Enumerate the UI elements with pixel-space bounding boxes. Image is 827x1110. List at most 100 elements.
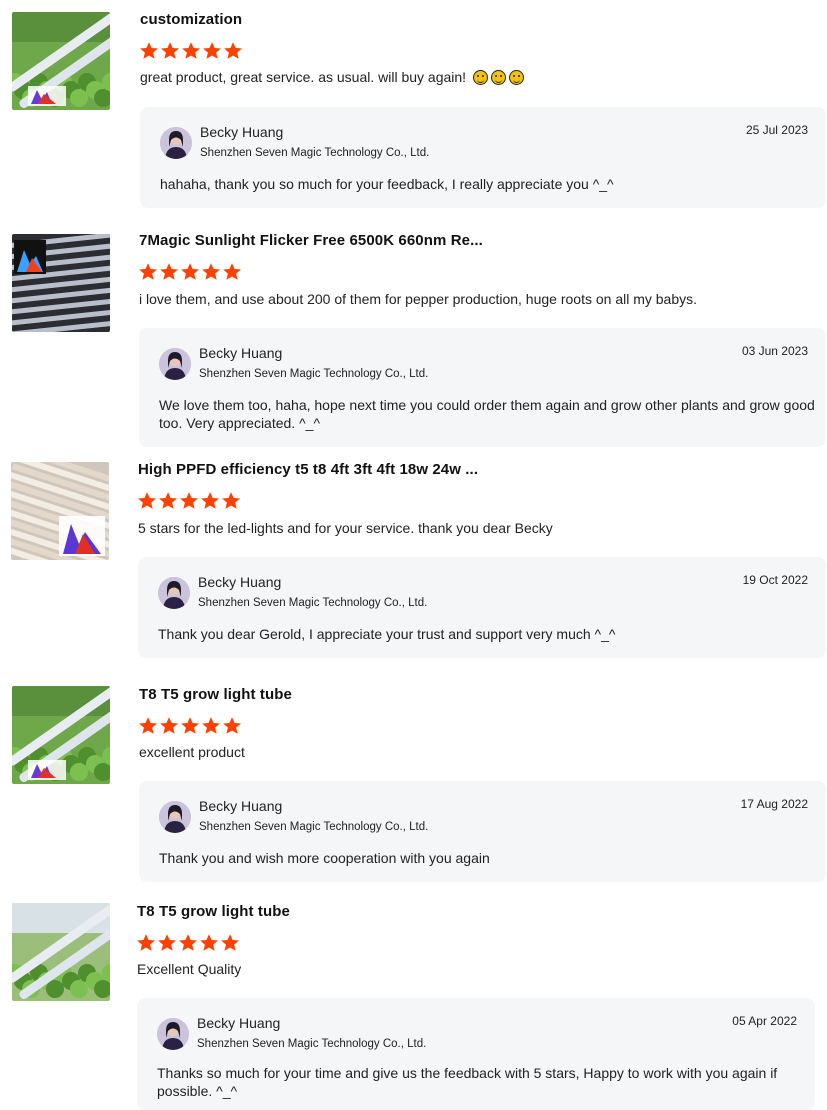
product-thumbnail[interactable] xyxy=(12,903,110,1001)
star-icon xyxy=(179,934,197,951)
seller-reply: Becky Huang Shenzhen Seven Magic Technol… xyxy=(137,998,815,1110)
reply-date: 17 Aug 2022 xyxy=(740,797,808,811)
review-comment-text: 5 stars for the led-lights and for your … xyxy=(138,520,553,536)
seller-reply: Becky Huang Shenzhen Seven Magic Technol… xyxy=(139,328,826,447)
star-icon xyxy=(202,263,220,280)
reply-author-name: Becky Huang xyxy=(199,798,283,814)
star-icon xyxy=(140,42,158,59)
star-icon xyxy=(223,263,241,280)
star-rating xyxy=(138,262,242,281)
reply-text-line: We love them too, haha, hope next time y… xyxy=(159,397,815,413)
reply-company: Shenzhen Seven Magic Technology Co., Ltd… xyxy=(199,821,429,833)
star-icon xyxy=(161,42,179,59)
product-title[interactable]: T8 T5 grow light tube xyxy=(139,686,292,703)
product-title[interactable]: customization xyxy=(140,11,242,28)
product-thumbnail[interactable] xyxy=(11,462,109,560)
product-thumbnail[interactable] xyxy=(12,234,110,332)
reply-text: hahaha, thank you so much for your feedb… xyxy=(160,175,614,193)
reply-date: 19 Oct 2022 xyxy=(742,573,808,587)
product-thumbnail[interactable] xyxy=(12,12,110,110)
product-title[interactable]: T8 T5 grow light tube xyxy=(137,903,290,920)
reply-author-name: Becky Huang xyxy=(200,124,284,140)
product-image xyxy=(12,12,110,110)
reply-text-line: Thank you and wish more cooperation with… xyxy=(159,850,490,866)
reply-text-line: possible. ^_^ xyxy=(157,1083,238,1099)
star-icon xyxy=(158,934,176,951)
review-comment: great product, great service. as usual. … xyxy=(140,69,524,85)
star-icon xyxy=(203,42,221,59)
avatar-image xyxy=(159,801,191,833)
reply-text: We love them too, haha, hope next time y… xyxy=(159,396,815,432)
reply-author-name: Becky Huang xyxy=(199,345,283,361)
avatar xyxy=(160,127,192,159)
avatar-image xyxy=(159,348,191,380)
reply-text: Thank you and wish more cooperation with… xyxy=(159,849,490,867)
star-icon xyxy=(182,42,200,59)
product-thumbnail[interactable] xyxy=(12,686,110,784)
avatar xyxy=(159,348,191,380)
avatar-image xyxy=(160,127,192,159)
reply-date: 03 Jun 2023 xyxy=(741,344,808,358)
product-title[interactable]: High PPFD efficiency t5 t8 4ft 3ft 4ft 1… xyxy=(138,461,478,478)
seller-reply: Becky Huang Shenzhen Seven Magic Technol… xyxy=(140,107,826,208)
reply-text-line: too. Very appreciated. ^_^ xyxy=(159,415,321,431)
star-icon xyxy=(202,717,220,734)
reply-author-name: Becky Huang xyxy=(197,1015,281,1031)
review-comment: Excellent Quality xyxy=(137,961,241,977)
star-rating xyxy=(136,933,240,952)
star-icon xyxy=(224,42,242,59)
star-icon xyxy=(138,492,156,509)
reply-text-line: Thank you dear Gerold, I appreciate your… xyxy=(158,626,616,642)
reply-text: Thanks so much for your time and give us… xyxy=(157,1064,777,1100)
review-comment: excellent product xyxy=(139,744,245,760)
review-comment-text: Excellent Quality xyxy=(137,961,242,977)
product-title[interactable]: 7Magic Sunlight Flicker Free 6500K 660nm… xyxy=(139,232,483,249)
star-rating xyxy=(139,41,243,60)
seller-reply: Becky Huang Shenzhen Seven Magic Technol… xyxy=(139,781,826,882)
star-icon xyxy=(181,263,199,280)
star-icon xyxy=(200,934,218,951)
reply-date: 05 Apr 2022 xyxy=(732,1014,797,1028)
reply-company: Shenzhen Seven Magic Technology Co., Ltd… xyxy=(198,597,428,609)
avatar xyxy=(158,577,190,609)
seller-reply: Becky Huang Shenzhen Seven Magic Technol… xyxy=(138,557,826,658)
avatar-image xyxy=(158,577,190,609)
reply-text: Thank you dear Gerold, I appreciate your… xyxy=(158,625,615,643)
reply-author-name: Becky Huang xyxy=(198,574,282,590)
review-comment-text: great product, great service. as usual. … xyxy=(140,69,467,85)
review-comment-text: i love them, and use about 200 of them f… xyxy=(139,291,698,307)
product-image xyxy=(12,686,110,784)
reply-company: Shenzhen Seven Magic Technology Co., Ltd… xyxy=(197,1038,427,1050)
product-image xyxy=(11,462,109,560)
star-icon xyxy=(223,717,241,734)
star-icon xyxy=(181,717,199,734)
review-comment: 5 stars for the led-lights and for your … xyxy=(138,520,553,536)
smile-emoji-icon xyxy=(490,70,506,85)
smile-emoji-icon xyxy=(508,70,524,85)
star-icon xyxy=(221,934,239,951)
star-icon xyxy=(160,717,178,734)
reply-text-line: hahaha, thank you so much for your feedb… xyxy=(160,176,614,192)
avatar xyxy=(157,1018,189,1050)
star-icon xyxy=(160,263,178,280)
smile-emoji-icon xyxy=(472,70,488,85)
review-comment: i love them, and use about 200 of them f… xyxy=(139,291,697,307)
reply-company: Shenzhen Seven Magic Technology Co., Ltd… xyxy=(200,147,430,159)
star-icon xyxy=(139,263,157,280)
review-comment-text: excellent product xyxy=(139,744,245,760)
product-image xyxy=(12,903,110,1001)
star-rating xyxy=(138,716,242,735)
product-image xyxy=(12,234,110,332)
star-icon xyxy=(139,717,157,734)
reply-date: 25 Jul 2023 xyxy=(745,123,808,137)
reply-company: Shenzhen Seven Magic Technology Co., Ltd… xyxy=(199,368,429,380)
emoji-group xyxy=(470,69,524,85)
avatar xyxy=(159,801,191,833)
reply-text-line: Thanks so much for your time and give us… xyxy=(157,1065,778,1081)
star-icon xyxy=(137,934,155,951)
star-icon xyxy=(159,492,177,509)
star-rating xyxy=(137,491,241,510)
star-icon xyxy=(180,492,198,509)
star-icon xyxy=(201,492,219,509)
star-icon xyxy=(222,492,240,509)
